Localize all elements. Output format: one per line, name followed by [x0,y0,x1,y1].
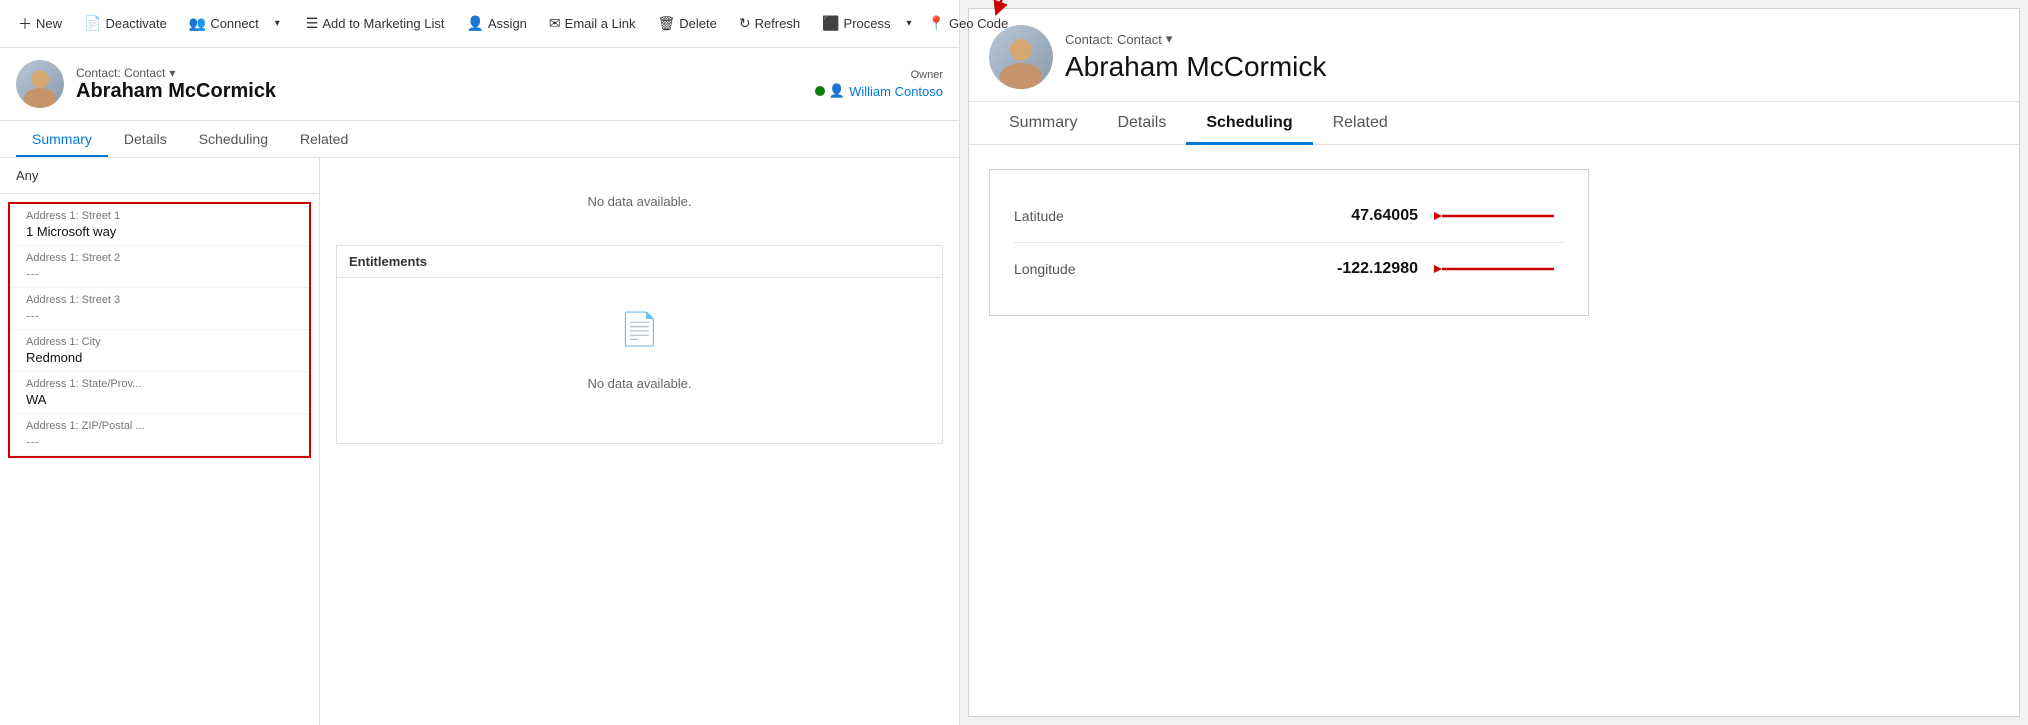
form-sidebar: Any Address 1: Street 1 1 Microsoft way … [0,158,320,725]
marketing-icon: ☰ [306,15,319,32]
geocode-icon: 📍 [928,15,945,32]
chevron-down-icon-right[interactable]: ▾ [1166,31,1173,47]
field-city-value: Redmond [26,350,293,365]
field-zip-value: --- [26,434,293,449]
right-contact-type: Contact: Contact ▾ [1065,31,1326,47]
latitude-row: Latitude 47.64005 [1014,190,1564,243]
field-city: Address 1: City Redmond [10,330,309,372]
delete-icon: 🗑 [657,15,675,32]
field-street2: Address 1: Street 2 --- [10,246,309,288]
email-button[interactable]: ✉ Email a Link [539,9,646,38]
field-street3-value: --- [26,308,293,323]
geocode-arrow [978,0,1028,17]
field-street1-label: Address 1: Street 1 [26,210,293,222]
right-panel: Contact: Contact ▾ Abraham McCormick Sum… [968,8,2020,717]
tab-related[interactable]: Related [284,121,364,157]
longitude-label: Longitude [1014,261,1076,277]
connect-chevron[interactable]: ▾ [271,12,284,35]
right-tabs: Summary Details Scheduling Related [969,102,2019,145]
field-zip: Address 1: ZIP/Postal ... --- [10,414,309,456]
latitude-arrow [1434,206,1564,226]
plus-icon: ＋ [18,14,32,34]
field-state: Address 1: State/Prov... WA [10,372,309,414]
right-tab-scheduling[interactable]: Scheduling [1186,102,1312,145]
latitude-value: 47.64005 [1351,207,1418,225]
contact-header: Contact: Contact ▾ Abraham McCormick Own… [0,48,959,121]
owner-name: William Contoso [849,84,943,99]
right-tab-details[interactable]: Details [1097,102,1186,145]
process-chevron[interactable]: ▾ [903,12,916,35]
field-street2-label: Address 1: Street 2 [26,252,293,264]
right-header-top: Contact: Contact ▾ Abraham McCormick [989,25,1999,89]
no-data-icon: 📄 [620,310,660,348]
process-icon: ⬛ [822,15,839,32]
refresh-icon: ↻ [739,15,751,32]
right-contact-name: Abraham McCormick [1065,51,1326,83]
refresh-button[interactable]: ↻ Refresh [729,9,810,38]
field-state-value: WA [26,392,293,407]
entitlements-body: 📄 No data available. [337,278,942,443]
assign-button[interactable]: 👤 Assign [456,9,536,38]
new-button[interactable]: ＋ New [8,8,72,40]
right-tab-related[interactable]: Related [1313,102,1408,145]
no-data-bottom: No data available. [587,356,691,411]
latitude-label: Latitude [1014,208,1064,224]
contact-owner: Owner 👤 William Contoso [815,69,943,99]
field-street1: Address 1: Street 1 1 Microsoft way [10,204,309,246]
contact-title-block: Contact: Contact ▾ Abraham McCormick [76,66,276,103]
owner-icon: 👤 [829,83,845,99]
contact-type: Contact: Contact ▾ [76,66,276,80]
longitude-value: -122.12980 [1337,260,1418,278]
field-street2-value: --- [26,266,293,281]
avatar-face [16,60,64,108]
connect-icon: 👥 [189,15,206,32]
tabs: Summary Details Scheduling Related [0,121,959,158]
chevron-down-icon[interactable]: ▾ [169,66,175,80]
owner-link[interactable]: 👤 William Contoso [815,83,943,99]
field-state-label: Address 1: State/Prov... [26,378,293,390]
no-data-top: No data available. [336,174,943,229]
owner-label: Owner [911,69,943,81]
right-content: Latitude 47.64005 Longitude [969,145,2019,716]
marketing-button[interactable]: ☰ Add to Marketing List [296,9,455,38]
address-section: Address 1: Street 1 1 Microsoft way Addr… [8,202,311,458]
connect-button[interactable]: 👥 Connect [179,9,269,38]
delete-button[interactable]: 🗑 Delete [647,9,726,38]
field-zip-label: Address 1: ZIP/Postal ... [26,420,293,432]
any-header: Any [0,158,319,194]
tab-summary[interactable]: Summary [16,121,108,157]
right-avatar [989,25,1053,89]
right-header: Contact: Contact ▾ Abraham McCormick [969,9,2019,102]
assign-icon: 👤 [466,15,483,32]
form-main: No data available. Entitlements 📄 No dat… [320,158,959,725]
longitude-arrow [1434,259,1564,279]
field-street1-value: 1 Microsoft way [26,224,293,239]
geo-card: Latitude 47.64005 Longitude [989,169,1589,316]
email-icon: ✉ [549,15,561,32]
contact-name: Abraham McCormick [76,80,276,103]
deactivate-icon: 📄 [84,15,101,32]
right-title-block: Contact: Contact ▾ Abraham McCormick [1065,31,1326,83]
left-panel: ＋ New 📄 Deactivate 👥 Connect ▾ ☰ Add to … [0,0,960,725]
owner-status-dot [815,86,825,96]
tab-scheduling[interactable]: Scheduling [183,121,284,157]
entitlements-header: Entitlements [337,246,942,278]
longitude-row: Longitude -122.12980 [1014,243,1564,295]
right-tab-summary[interactable]: Summary [989,102,1097,145]
field-street3: Address 1: Street 3 --- [10,288,309,330]
deactivate-button[interactable]: 📄 Deactivate [74,9,177,38]
tab-details[interactable]: Details [108,121,183,157]
field-street3-label: Address 1: Street 3 [26,294,293,306]
toolbar: ＋ New 📄 Deactivate 👥 Connect ▾ ☰ Add to … [0,0,959,48]
main-content: Any Address 1: Street 1 1 Microsoft way … [0,158,959,725]
field-city-label: Address 1: City [26,336,293,348]
process-button[interactable]: ⬛ Process [812,9,900,38]
avatar [16,60,64,108]
contact-info: Contact: Contact ▾ Abraham McCormick [16,60,276,108]
entitlements-section: Entitlements 📄 No data available. [336,245,943,444]
